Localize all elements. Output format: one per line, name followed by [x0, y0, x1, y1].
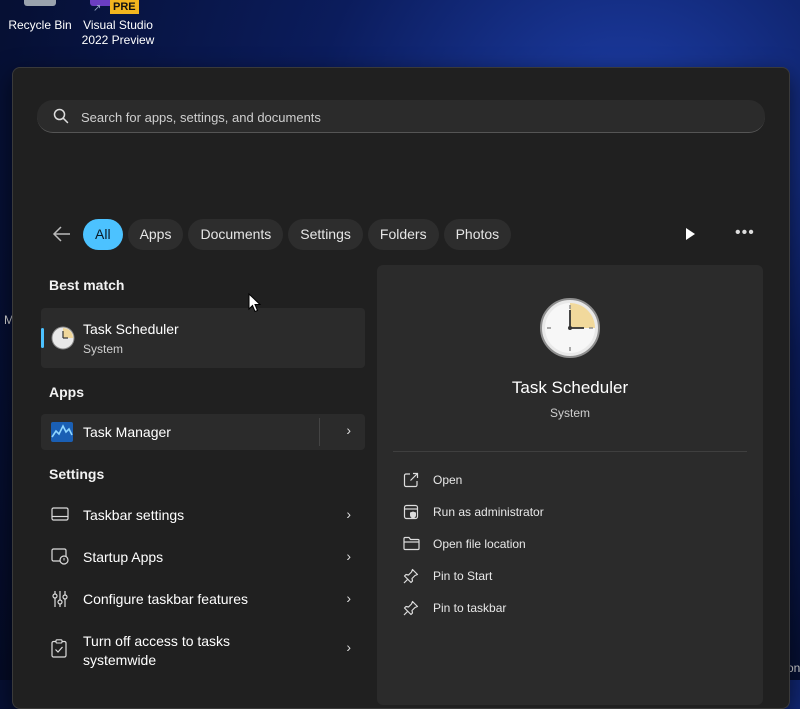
- best-match-item[interactable]: Task Scheduler System: [41, 308, 365, 368]
- settings-item-label-line2: systemwide: [83, 652, 157, 668]
- desktop-icon-label: Visual Studio 2022 Preview: [81, 18, 155, 47]
- detail-app-type: System: [549, 406, 590, 420]
- action-label: Pin to taskbar: [433, 601, 507, 615]
- filter-chip-all[interactable]: All: [83, 219, 123, 250]
- app-item-label: Task Manager: [83, 424, 171, 440]
- search-box[interactable]: [37, 100, 765, 134]
- more-options-icon[interactable]: •••: [735, 224, 755, 242]
- settings-item-label: Startup Apps: [83, 549, 164, 565]
- settings-item-taskbar[interactable]: Taskbar settings ›: [41, 495, 365, 535]
- action-label: Run as administrator: [433, 505, 544, 519]
- task-manager-icon: [51, 422, 73, 442]
- shield-admin-icon: [403, 504, 419, 520]
- taskbar-features-icon: [52, 591, 68, 607]
- action-label: Open file location: [433, 537, 526, 551]
- folder-icon: [403, 536, 420, 551]
- filter-chip-folders[interactable]: Folders: [367, 219, 439, 250]
- selection-indicator: [41, 328, 44, 348]
- taskbar-icon: [51, 507, 69, 521]
- chevron-right-icon: ›: [346, 590, 351, 606]
- best-match-type: System: [83, 342, 124, 356]
- search-icon: [53, 108, 69, 124]
- detail-app-name: Task Scheduler: [511, 378, 629, 397]
- action-label: Pin to Start: [433, 569, 493, 583]
- app-item-task-manager[interactable]: Task Manager ›: [41, 414, 365, 450]
- divider: [393, 451, 747, 452]
- open-external-icon: [403, 472, 419, 488]
- chevron-right-icon: ›: [346, 639, 351, 655]
- filter-chip-photos[interactable]: Photos: [443, 219, 512, 250]
- preview-badge: PRE: [110, 0, 139, 14]
- pin-icon: [403, 568, 419, 584]
- best-match-name: Task Scheduler: [83, 321, 179, 337]
- search-input[interactable]: [79, 100, 683, 134]
- chevron-right-icon[interactable]: ›: [346, 422, 351, 438]
- play-icon[interactable]: [683, 224, 697, 244]
- settings-item-startup-apps[interactable]: Startup Apps ›: [41, 537, 365, 577]
- mouse-cursor-icon: [248, 293, 261, 313]
- recycle-bin-icon: [24, 0, 56, 6]
- filter-tabs: All Apps Documents Settings Folders Phot…: [83, 219, 512, 250]
- filter-chip-settings[interactable]: Settings: [288, 219, 363, 250]
- task-scheduler-icon: [51, 326, 75, 350]
- startup-apps-icon: [51, 548, 69, 565]
- filter-chip-apps[interactable]: Apps: [127, 219, 184, 250]
- settings-item-label: Taskbar settings: [83, 507, 185, 523]
- section-title-settings: Settings: [49, 466, 105, 482]
- section-title-apps: Apps: [49, 384, 84, 400]
- divider: [319, 418, 320, 446]
- clipboard-check-icon: [51, 639, 67, 658]
- shortcut-arrow-icon: ↗: [93, 3, 102, 14]
- chevron-right-icon: ›: [346, 548, 351, 564]
- settings-item-turn-off-tasks[interactable]: Turn off access to tasks systemwide ›: [41, 624, 365, 672]
- settings-item-taskbar-features[interactable]: Configure taskbar features ›: [41, 579, 365, 619]
- desktop-icon-label: Recycle Bin: [8, 18, 72, 32]
- settings-item-label: Configure taskbar features: [83, 591, 248, 607]
- pin-icon: [403, 600, 419, 616]
- back-arrow-icon[interactable]: [49, 220, 73, 248]
- search-menu: All Apps Documents Settings Folders Phot…: [12, 67, 790, 709]
- settings-item-label-line1: Turn off access to tasks: [83, 633, 231, 649]
- chevron-right-icon: ›: [346, 506, 351, 522]
- action-label: Open: [433, 473, 463, 487]
- detail-panel: Task Scheduler System Open Run as admini…: [377, 265, 763, 705]
- section-title-best-match: Best match: [49, 277, 125, 293]
- task-scheduler-icon: [540, 298, 600, 358]
- filter-chip-documents[interactable]: Documents: [188, 219, 284, 250]
